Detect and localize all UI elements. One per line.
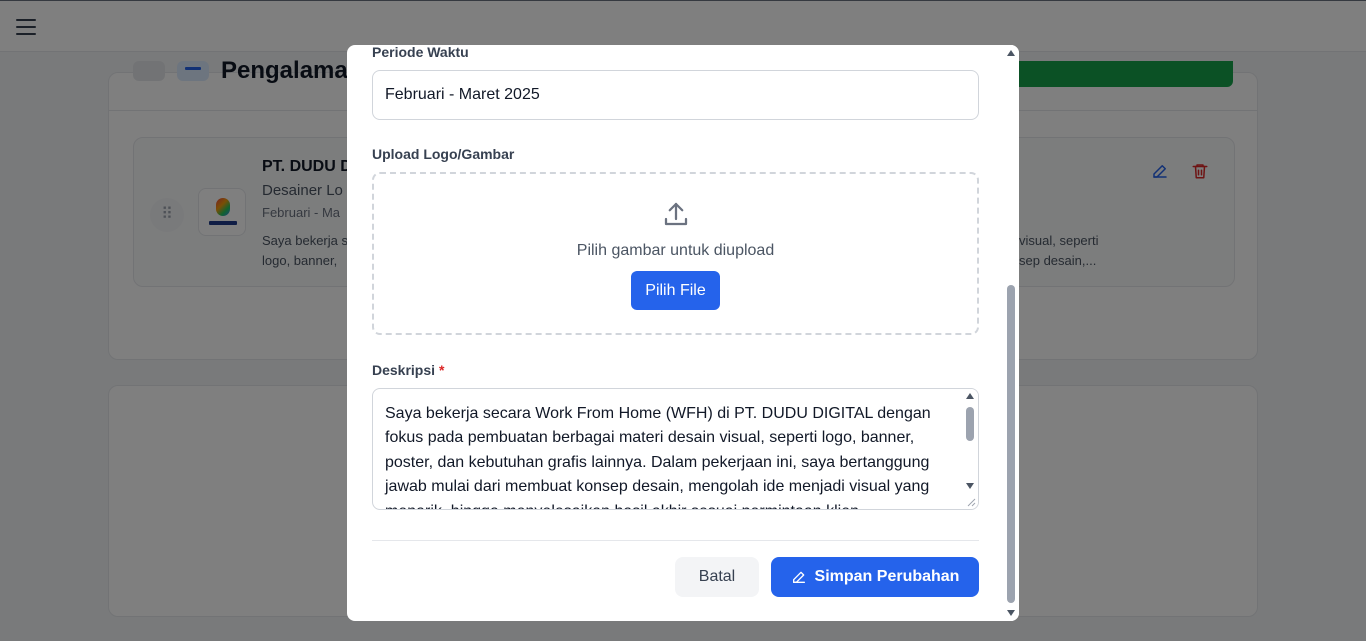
period-input[interactable] xyxy=(372,70,979,120)
pick-file-button[interactable]: Pilih File xyxy=(631,271,720,310)
description-label-text: Deskripsi xyxy=(372,362,436,378)
upload-dropzone[interactable]: Pilih gambar untuk diupload Pilih File xyxy=(372,172,979,335)
resize-grip-icon[interactable] xyxy=(966,497,976,507)
save-changes-button[interactable]: Simpan Perubahan xyxy=(771,557,979,597)
scroll-down-icon[interactable] xyxy=(966,483,974,489)
scroll-thumb[interactable] xyxy=(1007,285,1015,603)
upload-icon xyxy=(664,202,688,226)
upload-hint: Pilih gambar untuk diupload xyxy=(576,242,775,259)
save-button-label: Simpan Perubahan xyxy=(814,567,960,585)
textarea-scrollbar[interactable] xyxy=(962,389,978,509)
scroll-up-icon[interactable] xyxy=(1007,50,1015,56)
cancel-button[interactable]: Batal xyxy=(675,557,759,597)
modal-scrollbar[interactable] xyxy=(1003,45,1019,621)
footer-divider xyxy=(372,540,979,541)
description-text: Saya bekerja secara Work From Home (WFH)… xyxy=(385,405,931,509)
period-label: Periode Waktu xyxy=(372,45,469,60)
description-label: Deskripsi * xyxy=(372,362,444,378)
scroll-down-icon[interactable] xyxy=(1007,610,1015,616)
scroll-thumb[interactable] xyxy=(966,407,974,441)
description-textarea[interactable]: Saya bekerja secara Work From Home (WFH)… xyxy=(372,388,979,510)
upload-label: Upload Logo/Gambar xyxy=(372,146,515,162)
pencil-icon xyxy=(792,571,805,583)
scroll-up-icon[interactable] xyxy=(966,393,974,399)
required-mark: * xyxy=(438,362,445,378)
edit-experience-modal: Periode Waktu Upload Logo/Gambar Pilih g… xyxy=(347,45,1019,621)
